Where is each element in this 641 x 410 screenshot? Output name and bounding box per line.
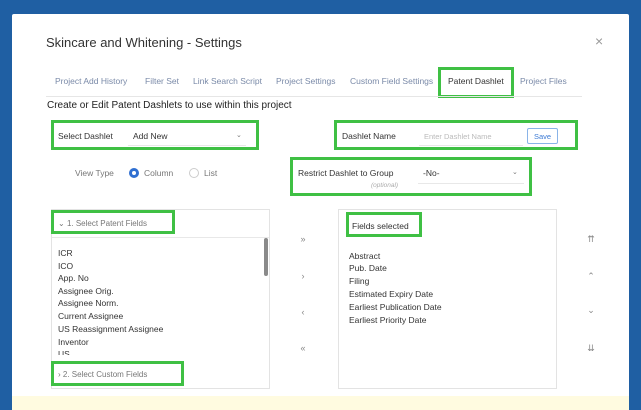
chevron-down-icon: ⌄ — [236, 132, 242, 139]
move-top-icon[interactable]: ⇈ — [584, 234, 598, 245]
list-item[interactable]: Pub. Date — [349, 263, 387, 273]
patent-fields-header[interactable]: ⌄ 1. Select Patent Fields — [58, 219, 147, 228]
list-item[interactable]: Earliest Priority Date — [349, 315, 426, 325]
fields-selected-header: Fields selected — [352, 221, 409, 231]
tab-link-search-script[interactable]: Link Search Script — [193, 76, 262, 86]
restrict-underline — [418, 183, 524, 184]
list-item[interactable]: US — [58, 349, 70, 355]
select-dashlet-label: Select Dashlet — [58, 131, 113, 141]
view-type-label: View Type — [75, 168, 114, 178]
list-item[interactable]: Filing — [349, 276, 369, 286]
move-all-left-icon[interactable]: « — [296, 343, 310, 353]
restrict-group-label: Restrict Dashlet to Group — [298, 168, 394, 178]
tab-custom-field-settings[interactable]: Custom Field Settings — [350, 76, 433, 86]
custom-fields-header-label: 2. Select Custom Fields — [62, 370, 148, 379]
radio-column[interactable] — [129, 168, 139, 178]
list-item[interactable]: App. No — [58, 273, 89, 283]
move-all-right-icon[interactable]: » — [296, 234, 310, 244]
dialog-title: Skincare and Whitening - Settings — [46, 35, 242, 50]
move-right-icon[interactable]: › — [296, 271, 310, 281]
highlight-patent-dashlet-tab — [438, 67, 514, 98]
list-item[interactable]: US Reassignment Assignee — [58, 324, 163, 334]
select-dashlet-dropdown[interactable]: Add New — [133, 131, 168, 141]
input-underline — [419, 145, 523, 146]
panel-divider — [52, 237, 269, 238]
list-item[interactable]: Abstract — [349, 251, 380, 261]
select-underline — [128, 145, 246, 146]
list-item[interactable]: ICR — [58, 248, 73, 258]
scrollbar-thumb[interactable] — [264, 238, 268, 276]
list-item[interactable]: Assignee Norm. — [58, 298, 118, 308]
tab-project-files[interactable]: Project Files — [520, 76, 567, 86]
chevron-down-icon: ⌄ — [512, 169, 518, 176]
tab-project-settings[interactable]: Project Settings — [276, 76, 336, 86]
patent-fields-header-label: 1. Select Patent Fields — [66, 219, 147, 228]
restrict-optional-note: (optional) — [371, 182, 399, 189]
list-item[interactable]: Assignee Orig. — [58, 286, 114, 296]
move-up-icon[interactable]: ⌃ — [584, 271, 598, 282]
radio-list-label: List — [204, 168, 218, 178]
tab-filter-set[interactable]: Filter Set — [145, 76, 179, 86]
section-heading: Create or Edit Patent Dashlets to use wi… — [47, 100, 292, 111]
radio-column-label: Column — [144, 168, 174, 178]
chevron-down-icon: ⌄ — [58, 219, 67, 228]
list-item[interactable]: Earliest Publication Date — [349, 302, 442, 312]
list-item[interactable]: Estimated Expiry Date — [349, 289, 433, 299]
list-item[interactable]: Current Assignee — [58, 311, 123, 321]
restrict-group-dropdown[interactable]: -No- — [423, 168, 440, 178]
list-item[interactable]: Inventor — [58, 337, 89, 347]
dashlet-name-input[interactable]: Enter Dashlet Name — [424, 132, 492, 141]
tab-project-add-history[interactable]: Project Add History — [55, 76, 127, 86]
custom-fields-header[interactable]: › 2. Select Custom Fields — [58, 370, 147, 379]
move-left-icon[interactable]: ‹ — [296, 307, 310, 317]
dialog-footer — [12, 396, 629, 410]
move-down-icon[interactable]: ⌄ — [584, 305, 598, 316]
radio-list[interactable] — [189, 168, 199, 178]
list-item[interactable]: ICO — [58, 261, 73, 271]
move-bottom-icon[interactable]: ⇊ — [584, 343, 598, 354]
close-icon[interactable]: × — [595, 33, 603, 49]
save-button[interactable]: Save — [527, 128, 558, 144]
tab-divider — [46, 96, 582, 97]
dashlet-name-label: Dashlet Name — [342, 131, 396, 141]
